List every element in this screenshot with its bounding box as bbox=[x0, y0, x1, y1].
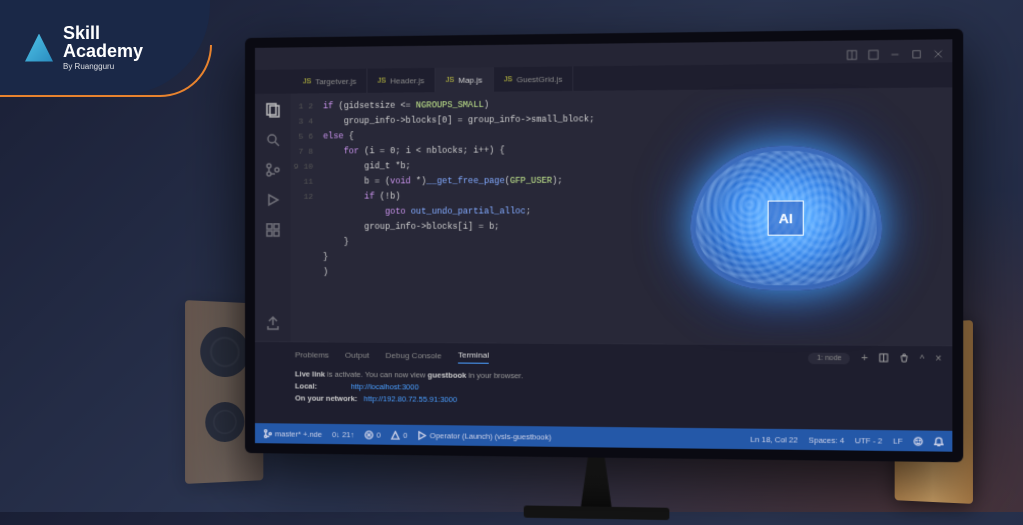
minimize-icon[interactable] bbox=[890, 46, 901, 57]
logo-icon bbox=[25, 34, 53, 62]
line-gutter: 1 2 3 4 5 6 7 8 9 10 11 12 bbox=[291, 93, 319, 341]
status-run[interactable]: Operator (Launch) (vsls-guestbook) bbox=[418, 430, 552, 441]
kill-terminal-icon[interactable] bbox=[899, 353, 909, 365]
status-branch[interactable]: master* +.nde bbox=[263, 429, 322, 439]
status-warnings[interactable]: 0 bbox=[391, 430, 407, 439]
maximize-icon[interactable] bbox=[911, 46, 922, 57]
tab-header[interactable]: JSHeader.js bbox=[368, 68, 436, 93]
vscode-window: JSTargetver.js JSHeader.js JSMap.js JSGu… bbox=[245, 29, 963, 463]
panel-tab-debug[interactable]: Debug Console bbox=[386, 347, 442, 363]
tab-guestgrid[interactable]: JSGuestGrid.js bbox=[494, 66, 574, 91]
layout-icon[interactable] bbox=[847, 47, 858, 58]
explorer-icon[interactable] bbox=[265, 102, 281, 118]
panel-tab-output[interactable]: Output bbox=[345, 347, 369, 362]
ai-label: AI bbox=[768, 200, 804, 235]
logo-line1: Skill bbox=[63, 24, 143, 42]
panel-icon[interactable] bbox=[868, 46, 879, 57]
status-eol[interactable]: LF bbox=[893, 436, 902, 445]
close-icon[interactable] bbox=[933, 46, 944, 57]
terminal-selector[interactable]: 1: node bbox=[808, 352, 850, 364]
status-spaces[interactable]: Spaces: 4 bbox=[809, 435, 845, 445]
status-errors[interactable]: 0 bbox=[364, 430, 380, 439]
code-editor[interactable]: 1 2 3 4 5 6 7 8 9 10 11 12 if (gidsetsiz… bbox=[291, 87, 952, 345]
tab-targetver[interactable]: JSTargetver.js bbox=[293, 69, 368, 94]
status-encoding[interactable]: UTF - 2 bbox=[855, 435, 882, 445]
status-position[interactable]: Ln 18, Col 22 bbox=[750, 434, 797, 444]
extensions-icon[interactable] bbox=[265, 222, 281, 238]
status-bell-icon[interactable] bbox=[934, 436, 944, 446]
source-control-icon[interactable] bbox=[265, 162, 281, 178]
logo-line2: Academy bbox=[63, 42, 143, 60]
share-icon[interactable] bbox=[265, 315, 281, 331]
maximize-panel-icon[interactable]: ^ bbox=[920, 353, 925, 363]
panel-tab-terminal[interactable]: Terminal bbox=[458, 347, 489, 363]
split-terminal-icon[interactable] bbox=[879, 353, 889, 365]
debug-icon[interactable] bbox=[265, 192, 281, 208]
bottom-panel: Problems Output Debug Console Terminal 1… bbox=[255, 341, 952, 431]
tab-map[interactable]: JSMap.js bbox=[436, 67, 494, 92]
activity-bar bbox=[255, 94, 291, 342]
terminal-output[interactable]: Live link is activate. You can now view … bbox=[255, 362, 952, 415]
new-terminal-icon[interactable]: + bbox=[861, 352, 868, 365]
search-icon[interactable] bbox=[265, 132, 281, 148]
status-feedback-icon[interactable] bbox=[913, 436, 923, 445]
logo-byline: By Ruangguru bbox=[63, 62, 143, 71]
ai-brain-visual: AI bbox=[643, 98, 930, 338]
status-sync[interactable]: 0↓ 21↑ bbox=[332, 429, 354, 438]
panel-tab-problems[interactable]: Problems bbox=[295, 347, 329, 362]
monitor: JSTargetver.js JSHeader.js JSMap.js JSGu… bbox=[245, 29, 963, 463]
close-panel-icon[interactable]: × bbox=[935, 353, 941, 365]
